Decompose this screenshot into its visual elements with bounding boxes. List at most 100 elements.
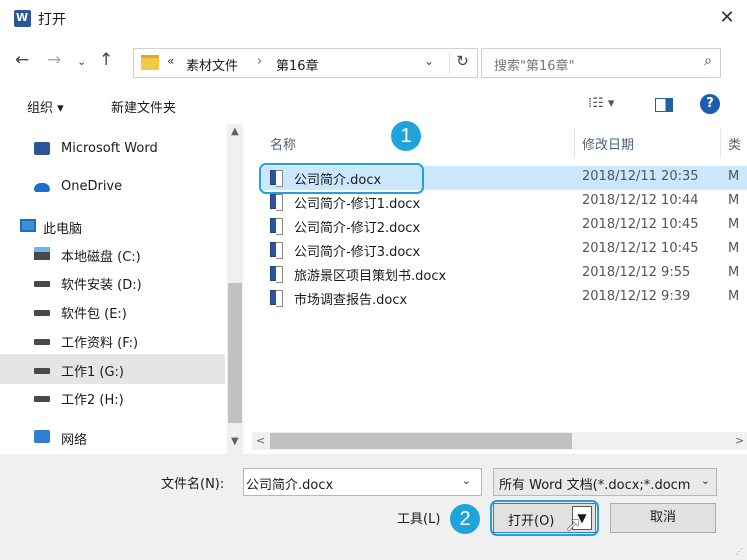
drive-icon [34,247,50,260]
nav-item-drive-h[interactable]: 工作2 (H:) [0,382,225,412]
cancel-button[interactable]: 取消 [610,503,716,533]
nav-item-label: 本地磁盘 (C:) [61,250,141,265]
scroll-left-icon[interactable]: < [256,434,265,447]
horizontal-scrollbar-thumb[interactable] [270,433,572,449]
nav-item-drive-g[interactable]: 工作1 (G:) [0,354,225,384]
nav-item-label: 网络 [61,433,88,448]
file-name: 公司简介-修订2.docx [294,221,421,236]
docx-file-icon [270,218,283,235]
pc-icon [20,219,36,232]
docx-file-icon [270,266,283,283]
column-header-name[interactable]: 名称 [270,134,296,153]
filename-dropdown-icon[interactable]: ⌄ [462,474,471,487]
column-divider[interactable] [720,128,721,158]
file-name: 市场调查报告.docx [294,293,408,308]
nav-item-label: 此电脑 [43,222,83,237]
nav-item-microsoft-word[interactable]: Microsoft Word [0,134,225,164]
nav-scrollbar-thumb[interactable] [228,283,242,423]
nav-item-label: 工作2 (H:) [61,393,124,408]
nav-item-label: 工作1 (G:) [61,365,125,380]
window-title: 打开 [38,12,66,28]
breadcrumb-item[interactable]: 素材文件 [186,55,238,74]
drive-icon [34,281,50,287]
highlight-open-button [490,500,599,536]
drive-icon [34,310,50,316]
docx-file-icon [270,194,283,211]
drive-icon [34,339,50,345]
filetype-select[interactable]: 所有 Word 文档(*.docx;*.docm ⌄ [493,468,717,496]
nav-item-label: 软件安装 (D:) [61,278,142,293]
nav-item-drive-c[interactable]: 本地磁盘 (C:) [0,239,225,269]
nav-item-this-pc[interactable]: 此电脑 [0,211,225,241]
close-button[interactable]: ✕ [715,6,739,30]
filename-input[interactable]: 公司简介.docx ⌄ [243,468,482,496]
tools-button[interactable]: 工具(L) [397,508,440,527]
scroll-right-icon[interactable]: > [735,434,744,447]
file-type: M [728,217,740,232]
highlight-selected-file [259,163,424,194]
up-arrow-icon[interactable]: ↑ [99,50,113,70]
view-options-icon[interactable]: ⁞☷ ▾ [588,96,614,111]
organize-button[interactable]: 组织 ▾ [27,97,64,116]
column-header-type[interactable]: 类 [728,134,741,153]
breadcrumb-separator[interactable]: › [257,54,262,69]
file-row[interactable]: 市场调查报告.docx 2018/12/12 9:39 M [262,286,747,310]
filename-label: 文件名(N): [161,477,225,492]
nav-item-drive-f[interactable]: 工作资料 (F:) [0,325,225,355]
column-header-date[interactable]: 修改日期 [582,134,634,153]
refresh-icon[interactable]: ↻ [449,52,475,74]
preview-pane-icon[interactable] [655,98,673,112]
help-icon[interactable]: ? [700,94,720,114]
drive-icon [34,396,50,402]
file-name: 公司简介-修订3.docx [294,245,421,260]
file-name: 旅游景区项目策划书.docx [294,269,447,284]
drive-icon [34,368,50,374]
file-row[interactable]: 公司简介-修订3.docx 2018/12/12 10:45 M [262,238,747,262]
nav-item-drive-d[interactable]: 软件安装 (D:) [0,267,225,297]
nav-item-onedrive[interactable]: OneDrive [0,172,225,202]
filename-value: 公司简介.docx [246,478,334,493]
file-date: 2018/12/12 10:45 [582,217,699,232]
search-input[interactable]: 搜索"第16章" ⌕ [481,48,721,78]
forward-arrow-icon[interactable]: → [47,50,61,70]
recent-chevron-icon[interactable]: ⌄ [77,55,86,68]
search-icon[interactable]: ⌕ [704,53,712,69]
file-type: M [728,289,740,304]
title-bar: 打开 ✕ [0,0,747,38]
file-type: M [728,169,740,184]
scroll-down-icon[interactable]: ▼ [231,436,239,447]
filetype-value: 所有 Word 文档(*.docx;*.docm [499,478,691,493]
nav-item-label: 软件包 (E:) [61,307,127,322]
step-1-badge: 1 [391,121,421,151]
back-arrow-icon[interactable]: ← [15,50,29,70]
nav-item-network[interactable]: 网络 [0,422,225,452]
address-bar[interactable]: « 素材文件 › 第16章 ⌄ ↻ [133,48,478,78]
folder-icon [141,55,159,70]
nav-item-label: Microsoft Word [61,141,158,156]
search-placeholder: 搜索"第16章" [494,59,575,74]
column-divider[interactable] [574,128,575,158]
mouse-pointer-icon: ➚ [565,512,582,536]
breadcrumb-item[interactable]: 第16章 [276,55,319,74]
nav-item-drive-e[interactable]: 软件包 (E:) [0,296,225,326]
breadcrumb-overflow[interactable]: « [167,54,174,68]
docx-file-icon [270,242,283,259]
word-app-icon [14,10,31,27]
file-date: 2018/12/12 9:39 [582,289,691,304]
filetype-dropdown-icon[interactable]: ⌄ [698,474,710,487]
resize-grip-icon[interactable]: ⋰ [735,547,743,556]
file-name: 公司简介-修订1.docx [294,197,421,212]
new-folder-button[interactable]: 新建文件夹 [111,97,176,116]
file-date: 2018/12/12 10:45 [582,241,699,256]
address-dropdown-icon[interactable]: ⌄ [424,54,434,68]
file-row[interactable]: 公司简介-修订2.docx 2018/12/12 10:45 M [262,214,747,238]
file-date: 2018/12/12 10:44 [582,193,699,208]
file-date: 2018/12/12 9:55 [582,265,691,280]
step-2-badge: 2 [450,504,480,534]
network-icon [34,430,50,443]
file-row[interactable]: 旅游景区项目策划书.docx 2018/12/12 9:55 M [262,262,747,286]
cloud-icon [34,183,50,192]
docx-file-icon [270,290,283,307]
scroll-up-icon[interactable]: ▲ [231,126,239,137]
word-icon [34,142,50,155]
